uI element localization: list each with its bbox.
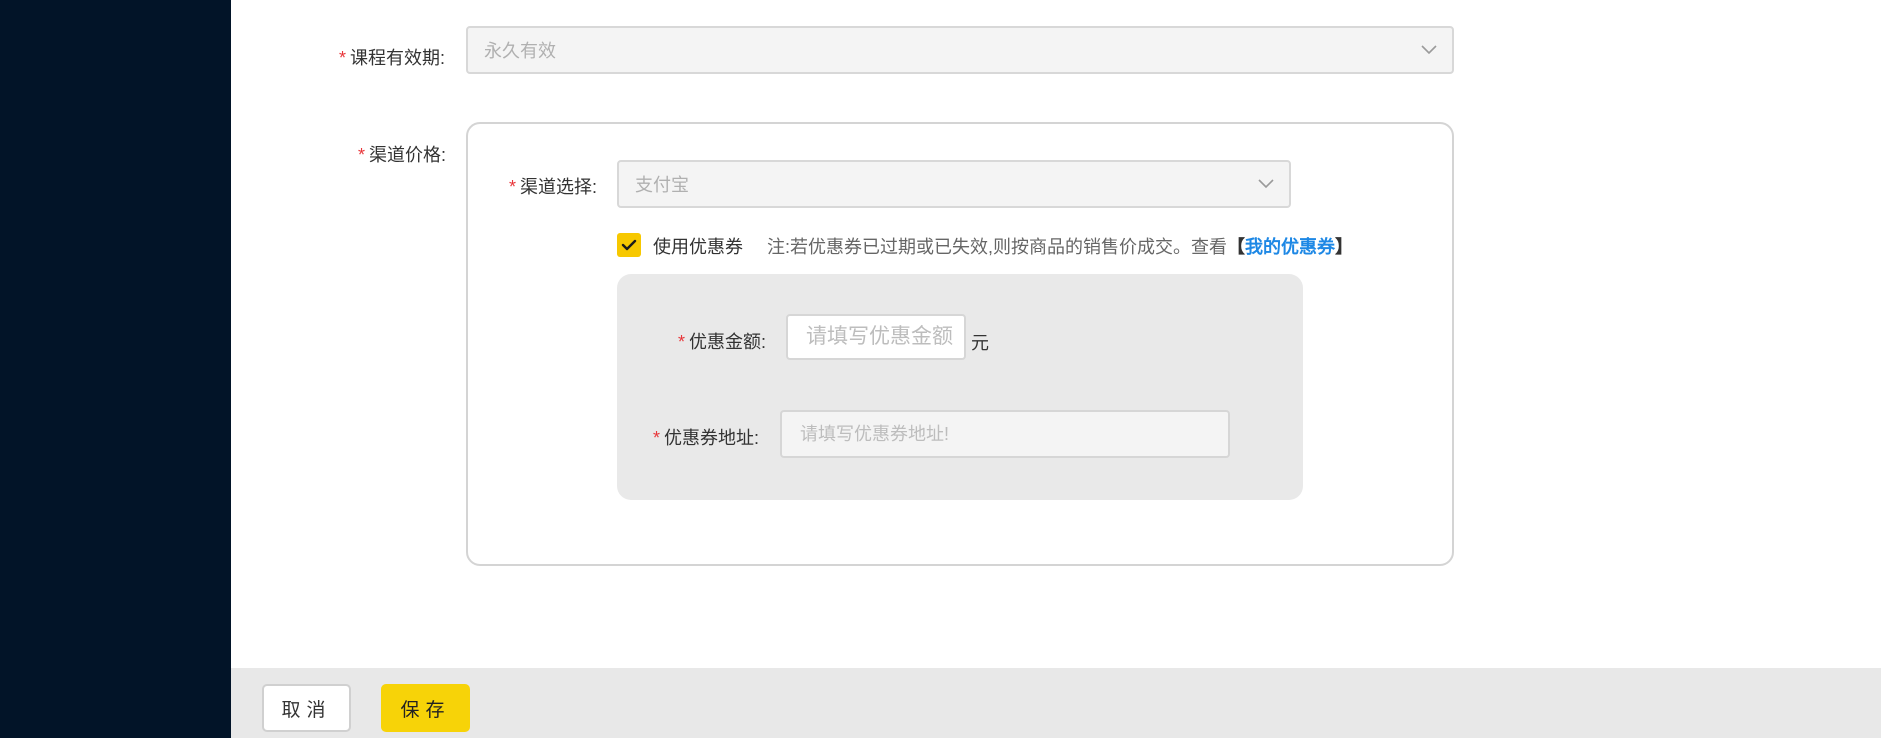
channel-price-label: * 渠道价格:: [358, 141, 446, 167]
coupon-url-label-text: 优惠券地址:: [664, 428, 760, 448]
required-mark: *: [678, 332, 686, 352]
channel-price-label-text: 渠道价格:: [369, 145, 447, 165]
coupon-amount-label: * 优惠金额:: [678, 328, 766, 354]
coupon-note-text: 注:若优惠券已过期或已失效,则按商品的销售价成交。查看: [767, 237, 1227, 257]
chevron-down-icon: [1258, 179, 1274, 189]
coupon-panel: [617, 274, 1303, 500]
coupon-note: 注:若优惠券已过期或已失效,则按商品的销售价成交。查看【我的优惠券】: [767, 233, 1353, 259]
save-button[interactable]: 保存: [381, 684, 470, 732]
my-coupons-link[interactable]: 我的优惠券: [1245, 237, 1335, 257]
cancel-button[interactable]: 取消: [262, 684, 351, 732]
required-mark: *: [358, 145, 366, 165]
channel-select[interactable]: 支付宝: [617, 160, 1291, 208]
use-coupon-checkbox[interactable]: [617, 233, 641, 257]
required-mark: *: [509, 177, 517, 197]
chevron-down-icon: [1421, 45, 1437, 55]
bracket-close: 】: [1335, 237, 1353, 257]
validity-select-value: 永久有效: [484, 41, 556, 61]
bracket-open: 【: [1227, 237, 1245, 257]
validity-label: * 课程有效期:: [339, 44, 445, 70]
coupon-url-label: * 优惠券地址:: [653, 424, 759, 450]
check-icon: [621, 239, 637, 251]
channel-select-label-text: 渠道选择:: [520, 177, 598, 197]
footer-bar: [231, 668, 1881, 738]
coupon-amount-label-text: 优惠金额:: [689, 332, 767, 352]
validity-select[interactable]: 永久有效: [466, 26, 1454, 74]
validity-label-text: 课程有效期:: [350, 48, 446, 68]
required-mark: *: [653, 428, 661, 448]
use-coupon-label: 使用优惠券: [653, 237, 743, 257]
required-mark: *: [339, 48, 347, 68]
sidebar: [0, 0, 231, 738]
channel-select-label: * 渠道选择:: [509, 173, 597, 199]
coupon-amount-unit: 元: [971, 333, 989, 353]
channel-select-value: 支付宝: [635, 175, 689, 195]
coupon-url-input[interactable]: [780, 410, 1230, 458]
coupon-amount-input[interactable]: [786, 314, 966, 360]
